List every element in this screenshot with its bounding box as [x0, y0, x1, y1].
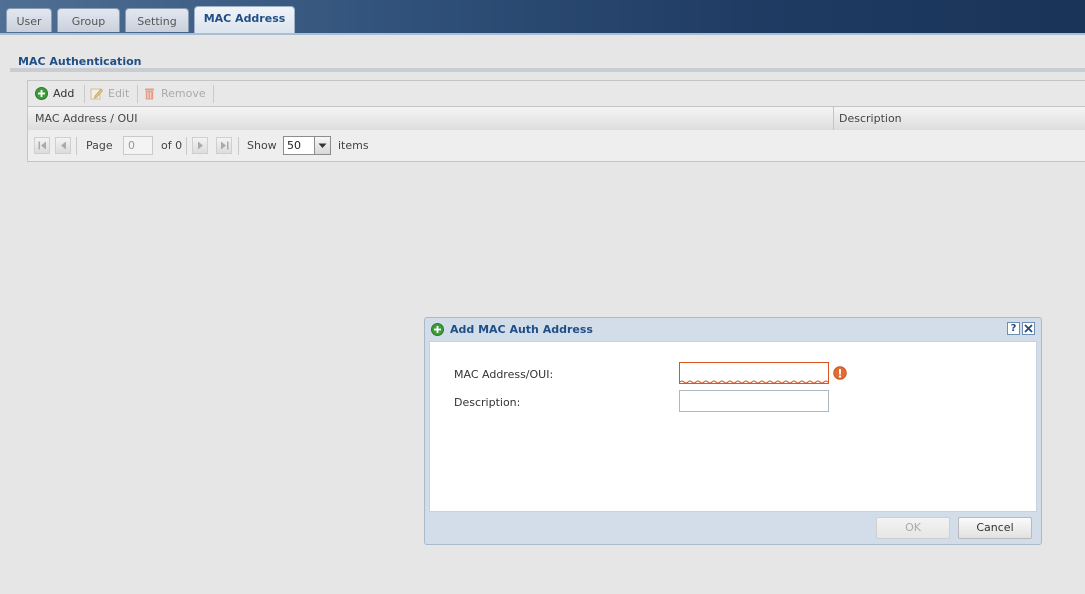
close-icon: [1024, 324, 1033, 333]
edit-label: Edit: [108, 87, 130, 100]
mac-auth-grid: Add Edit Remove MAC Address / OUI Descri…: [27, 80, 1085, 162]
tab-mac-address[interactable]: MAC Address: [194, 6, 295, 33]
page-input[interactable]: [123, 136, 153, 155]
edit-button[interactable]: Edit: [90, 85, 134, 102]
grid-toolbar: Add Edit Remove: [28, 81, 1085, 106]
tab-group[interactable]: Group: [57, 8, 120, 32]
toolbar-separator: [213, 85, 214, 103]
error-underline: [680, 380, 828, 384]
next-page-button[interactable]: [192, 137, 208, 154]
help-button[interactable]: ?: [1007, 322, 1020, 335]
pager: Page of 0 Show 50 items: [28, 130, 1085, 161]
add-label: Add: [53, 87, 75, 100]
mac-address-label: MAC Address/OUI:: [454, 368, 554, 381]
column-header-description[interactable]: Description: [839, 107, 902, 130]
trash-icon: [145, 88, 154, 100]
tab-user[interactable]: User: [6, 8, 52, 32]
column-header-mac[interactable]: MAC Address / OUI: [35, 107, 137, 130]
show-label: Show: [247, 139, 277, 152]
items-per-page-value: 50: [287, 139, 301, 152]
dialog-body: MAC Address/OUI: Description:: [429, 341, 1037, 512]
add-icon: [35, 87, 48, 100]
pager-separator: [186, 137, 187, 155]
error-icon: [833, 366, 847, 380]
ok-button[interactable]: OK: [876, 517, 950, 539]
last-page-icon: [221, 141, 229, 150]
add-icon: [431, 323, 444, 336]
column-divider[interactable]: [833, 107, 834, 130]
toolbar-separator: [84, 85, 85, 103]
pager-separator: [238, 137, 239, 155]
first-page-icon: [38, 141, 46, 150]
tab-bar: User Group Setting MAC Address: [0, 0, 1085, 35]
page-count: of 0: [161, 139, 183, 152]
dropdown-arrow[interactable]: [314, 137, 330, 154]
section-title: MAC Authentication: [18, 55, 142, 68]
page-label: Page: [86, 139, 113, 152]
prev-page-icon: [61, 141, 66, 150]
remove-button[interactable]: Remove: [143, 85, 213, 102]
tab-setting[interactable]: Setting: [125, 8, 189, 32]
description-label: Description:: [454, 396, 521, 409]
close-button[interactable]: [1022, 322, 1035, 335]
table-header: MAC Address / OUI Description: [28, 106, 1085, 131]
section-divider: [10, 68, 1085, 72]
last-page-button[interactable]: [216, 137, 232, 154]
cancel-button[interactable]: Cancel: [958, 517, 1032, 539]
add-button[interactable]: Add: [35, 85, 79, 102]
items-label: items: [338, 139, 369, 152]
first-page-button[interactable]: [34, 137, 50, 154]
add-mac-auth-dialog: Add MAC Auth Address ? MAC Address/OUI: …: [424, 317, 1042, 545]
pager-separator: [76, 137, 77, 155]
description-input[interactable]: [679, 390, 829, 412]
items-per-page-select[interactable]: 50: [283, 136, 331, 155]
chevron-down-icon: [318, 143, 327, 148]
dialog-title: Add MAC Auth Address: [450, 323, 593, 336]
remove-label: Remove: [161, 87, 206, 100]
next-page-icon: [198, 141, 203, 150]
edit-icon: [90, 88, 103, 100]
toolbar-separator: [137, 85, 138, 103]
prev-page-button[interactable]: [55, 137, 71, 154]
